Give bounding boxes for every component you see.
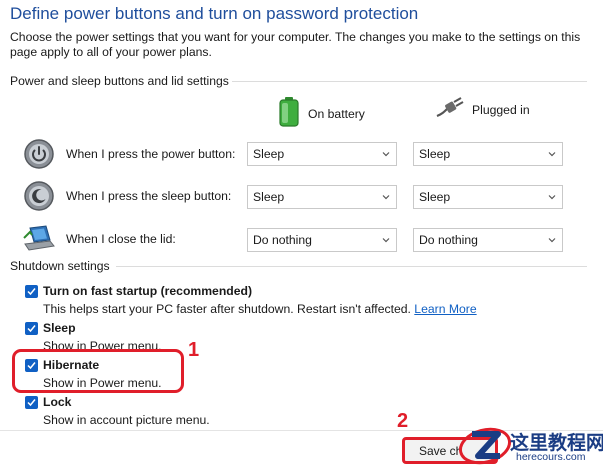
select-value: Do nothing xyxy=(419,233,478,247)
battery-icon xyxy=(278,96,300,131)
fast-startup-title: Turn on fast startup (recommended) xyxy=(43,284,253,298)
select-value: Sleep xyxy=(419,147,451,161)
lock-checkbox[interactable] xyxy=(25,396,38,409)
section-divider xyxy=(232,81,587,82)
col-head-battery: On battery xyxy=(278,96,365,131)
section-divider xyxy=(116,266,587,267)
power-button-plugged-select[interactable]: Sleep xyxy=(413,142,563,166)
fast-startup-option: Turn on fast startup (recommended) This … xyxy=(25,284,477,317)
laptop-lid-icon xyxy=(22,222,56,256)
col-plugged-label: Plugged in xyxy=(472,102,530,117)
lid-battery-select[interactable]: Do nothing xyxy=(247,228,397,252)
watermark: 这里教程网 herecours.com xyxy=(458,422,603,467)
sleep-button-plugged-select[interactable]: Sleep xyxy=(413,185,563,209)
col-battery-label: On battery xyxy=(308,106,365,121)
sleep-button-row: When I press the sleep button: xyxy=(22,179,231,213)
page-title: Define power buttons and turn on passwor… xyxy=(10,4,419,23)
sleep-button-label: When I press the sleep button: xyxy=(66,189,232,203)
shutdown-section-heading: Shutdown settings xyxy=(10,259,110,273)
fast-startup-desc: This helps start your PC faster after sh… xyxy=(43,302,477,317)
annotation-number-1: 1 xyxy=(188,339,200,361)
chevron-down-icon xyxy=(548,238,556,243)
col-head-plugged: Plugged in xyxy=(434,96,530,123)
hibernate-highlight-box xyxy=(12,349,184,393)
power-section-heading: Power and sleep buttons and lid settings xyxy=(10,74,229,88)
power-button-label: When I press the power button: xyxy=(66,147,236,161)
watermark-url: herecours.com xyxy=(516,451,586,463)
lock-desc: Show in account picture menu. xyxy=(43,413,210,427)
select-value: Do nothing xyxy=(253,233,312,247)
chevron-down-icon xyxy=(548,195,556,200)
plug-icon xyxy=(434,96,464,123)
power-icon xyxy=(22,137,56,171)
watermark-logo xyxy=(458,427,512,465)
chevron-down-icon xyxy=(382,152,390,157)
select-value: Sleep xyxy=(253,147,285,161)
chevron-down-icon xyxy=(548,152,556,157)
sleep-button-battery-select[interactable]: Sleep xyxy=(247,185,397,209)
check-icon xyxy=(27,288,36,296)
check-icon xyxy=(27,325,36,333)
lock-option: Lock Show in account picture menu. xyxy=(25,395,210,428)
sleep-checkbox[interactable] xyxy=(25,322,38,335)
lid-label: When I close the lid: xyxy=(66,232,176,246)
fast-startup-checkbox[interactable] xyxy=(25,285,38,298)
select-value: Sleep xyxy=(419,190,451,204)
lid-row: When I close the lid: xyxy=(22,222,176,256)
power-button-row: When I press the power button: xyxy=(22,137,235,171)
chevron-down-icon xyxy=(382,238,390,243)
power-button-battery-select[interactable]: Sleep xyxy=(247,142,397,166)
sleep-title: Sleep xyxy=(43,321,76,335)
sleep-icon xyxy=(22,179,56,213)
lid-plugged-select[interactable]: Do nothing xyxy=(413,228,563,252)
check-icon xyxy=(27,399,36,407)
select-value: Sleep xyxy=(253,190,285,204)
learn-more-link[interactable]: Learn More xyxy=(414,302,476,316)
fast-startup-desc-text: This helps start your PC faster after sh… xyxy=(43,302,411,316)
chevron-down-icon xyxy=(382,195,390,200)
lock-title: Lock xyxy=(43,395,72,409)
intro-text: Choose the power settings that you want … xyxy=(10,30,581,59)
